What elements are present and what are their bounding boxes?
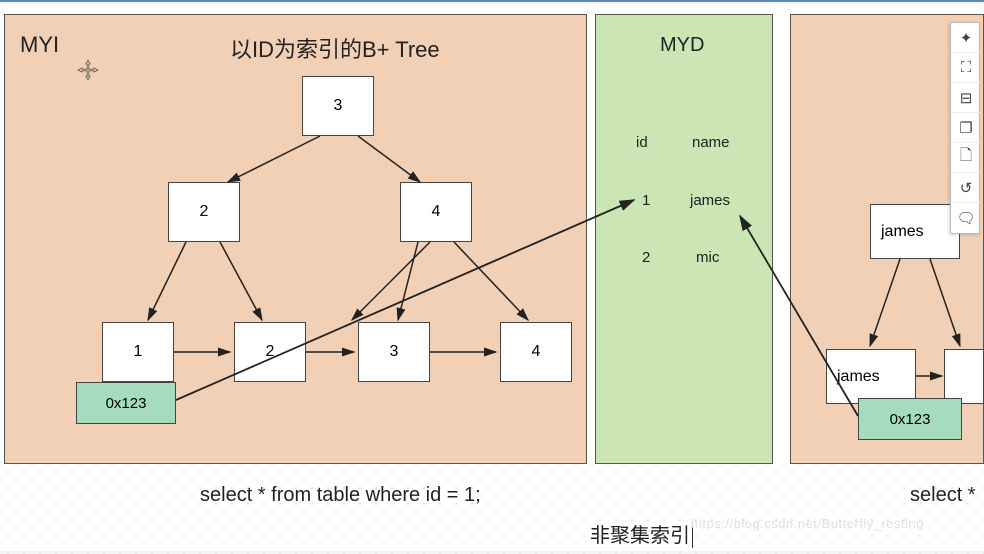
compass-icon[interactable]: ✦ — [951, 23, 981, 53]
diagram-canvas: MYI 以ID为索引的B+ Tree 3 2 4 1 2 3 4 0x123 M… — [0, 4, 984, 551]
chat-icon[interactable]: 🗨 — [951, 203, 981, 233]
myd-row1-id: 1 — [642, 192, 650, 209]
query-partial-caption: select * — [910, 484, 976, 507]
addr-node-left: 0x123 — [76, 382, 176, 424]
myi-label: MYI — [20, 32, 59, 58]
tree-node-l2-left: 2 — [168, 182, 240, 242]
myd-label: MYD — [660, 34, 704, 57]
myd-col-name: name — [692, 134, 730, 151]
myd-row2-name: mic — [696, 249, 719, 266]
fullscreen-icon[interactable]: ⛶ — [951, 53, 981, 83]
index-type-caption: 非聚集索引 — [590, 519, 693, 548]
tree-leaf-2: 2 — [234, 322, 306, 382]
layers-icon[interactable]: ❐ — [951, 113, 981, 143]
myd-row2-id: 2 — [642, 249, 650, 266]
panel-myd — [595, 14, 773, 464]
history-icon[interactable]: ↺ — [951, 173, 981, 203]
newfile-icon[interactable]: 🗋 — [951, 143, 981, 173]
right-node-top: james — [870, 204, 960, 259]
ruler-icon[interactable]: ⊟ — [951, 83, 981, 113]
right-node-mid: james — [826, 349, 916, 404]
tree-leaf-3: 3 — [358, 322, 430, 382]
addr-node-right: 0x123 — [858, 398, 962, 440]
myi-title: 以ID为索引的B+ Tree — [230, 32, 440, 64]
tree-node-l2-right: 4 — [400, 182, 472, 242]
tree-leaf-4: 4 — [500, 322, 572, 382]
grid-background — [0, 464, 984, 554]
tree-root-node: 3 — [302, 76, 374, 136]
myd-col-id: id — [636, 134, 648, 151]
watermark: https://blog.csdn.net/Butterfly_resting — [691, 516, 924, 531]
tree-leaf-1: 1 — [102, 322, 174, 382]
floating-toolbar: ✦ ⛶ ⊟ ❐ 🗋 ↺ 🗨 — [950, 22, 980, 234]
move-cursor-icon — [76, 58, 100, 82]
query-caption: select * from table where id = 1; — [200, 484, 481, 507]
index-type-text: 非聚集索引 — [590, 525, 690, 547]
right-node-partial — [944, 349, 984, 404]
myd-row1-name: james — [690, 192, 730, 209]
